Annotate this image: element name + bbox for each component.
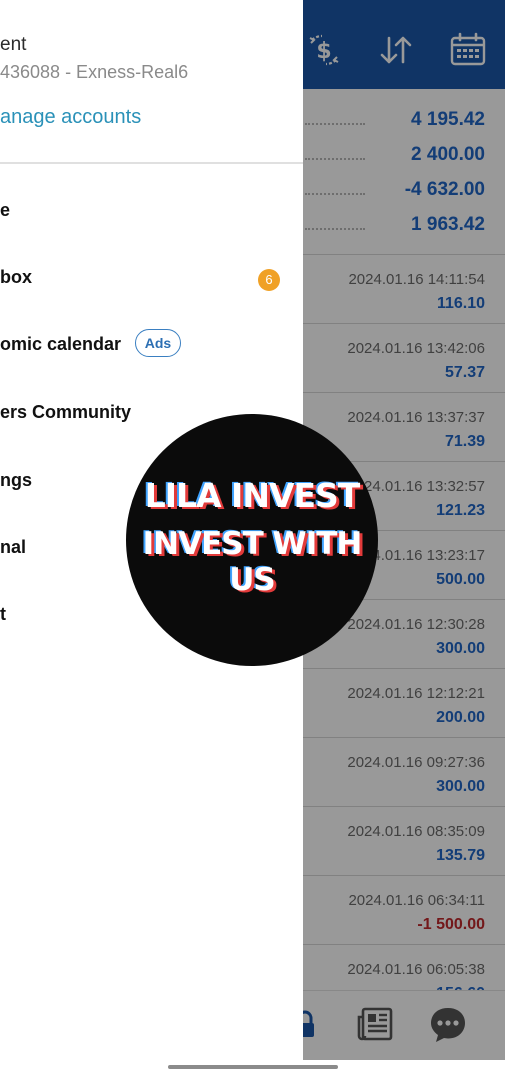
account-name[interactable]: ent (0, 34, 26, 56)
divider (0, 162, 303, 164)
menu-item-label: ers Community (0, 402, 132, 422)
menu-item-label: nal (0, 537, 27, 557)
menu-item-trade[interactable]: e (0, 192, 303, 232)
watermark-logo: LILA INVEST INVEST WITH US (126, 414, 378, 666)
watermark-line-1: LILA INVEST (144, 476, 361, 515)
menu-item-economic-calendar[interactable]: omic calendar Ads (0, 326, 303, 366)
menu-item-label: box (0, 267, 33, 287)
menu-item-label: ngs (0, 470, 33, 490)
home-gesture-bar[interactable] (168, 1065, 338, 1069)
unread-badge: 6 (258, 269, 280, 291)
menu-item-mailbox[interactable]: box 6 (0, 259, 303, 299)
account-id: 436088 - Exness-Real6 (0, 62, 189, 82)
menu-item-label: omic calendar (0, 334, 122, 354)
manage-accounts-link[interactable]: anage accounts (0, 106, 141, 129)
system-navigation-bar (0, 1060, 505, 1080)
menu-item-label: t (0, 604, 6, 624)
ads-badge: Ads (135, 329, 181, 357)
watermark-line-2: INVEST WITH US (142, 526, 363, 598)
menu-item-label: e (0, 200, 11, 220)
